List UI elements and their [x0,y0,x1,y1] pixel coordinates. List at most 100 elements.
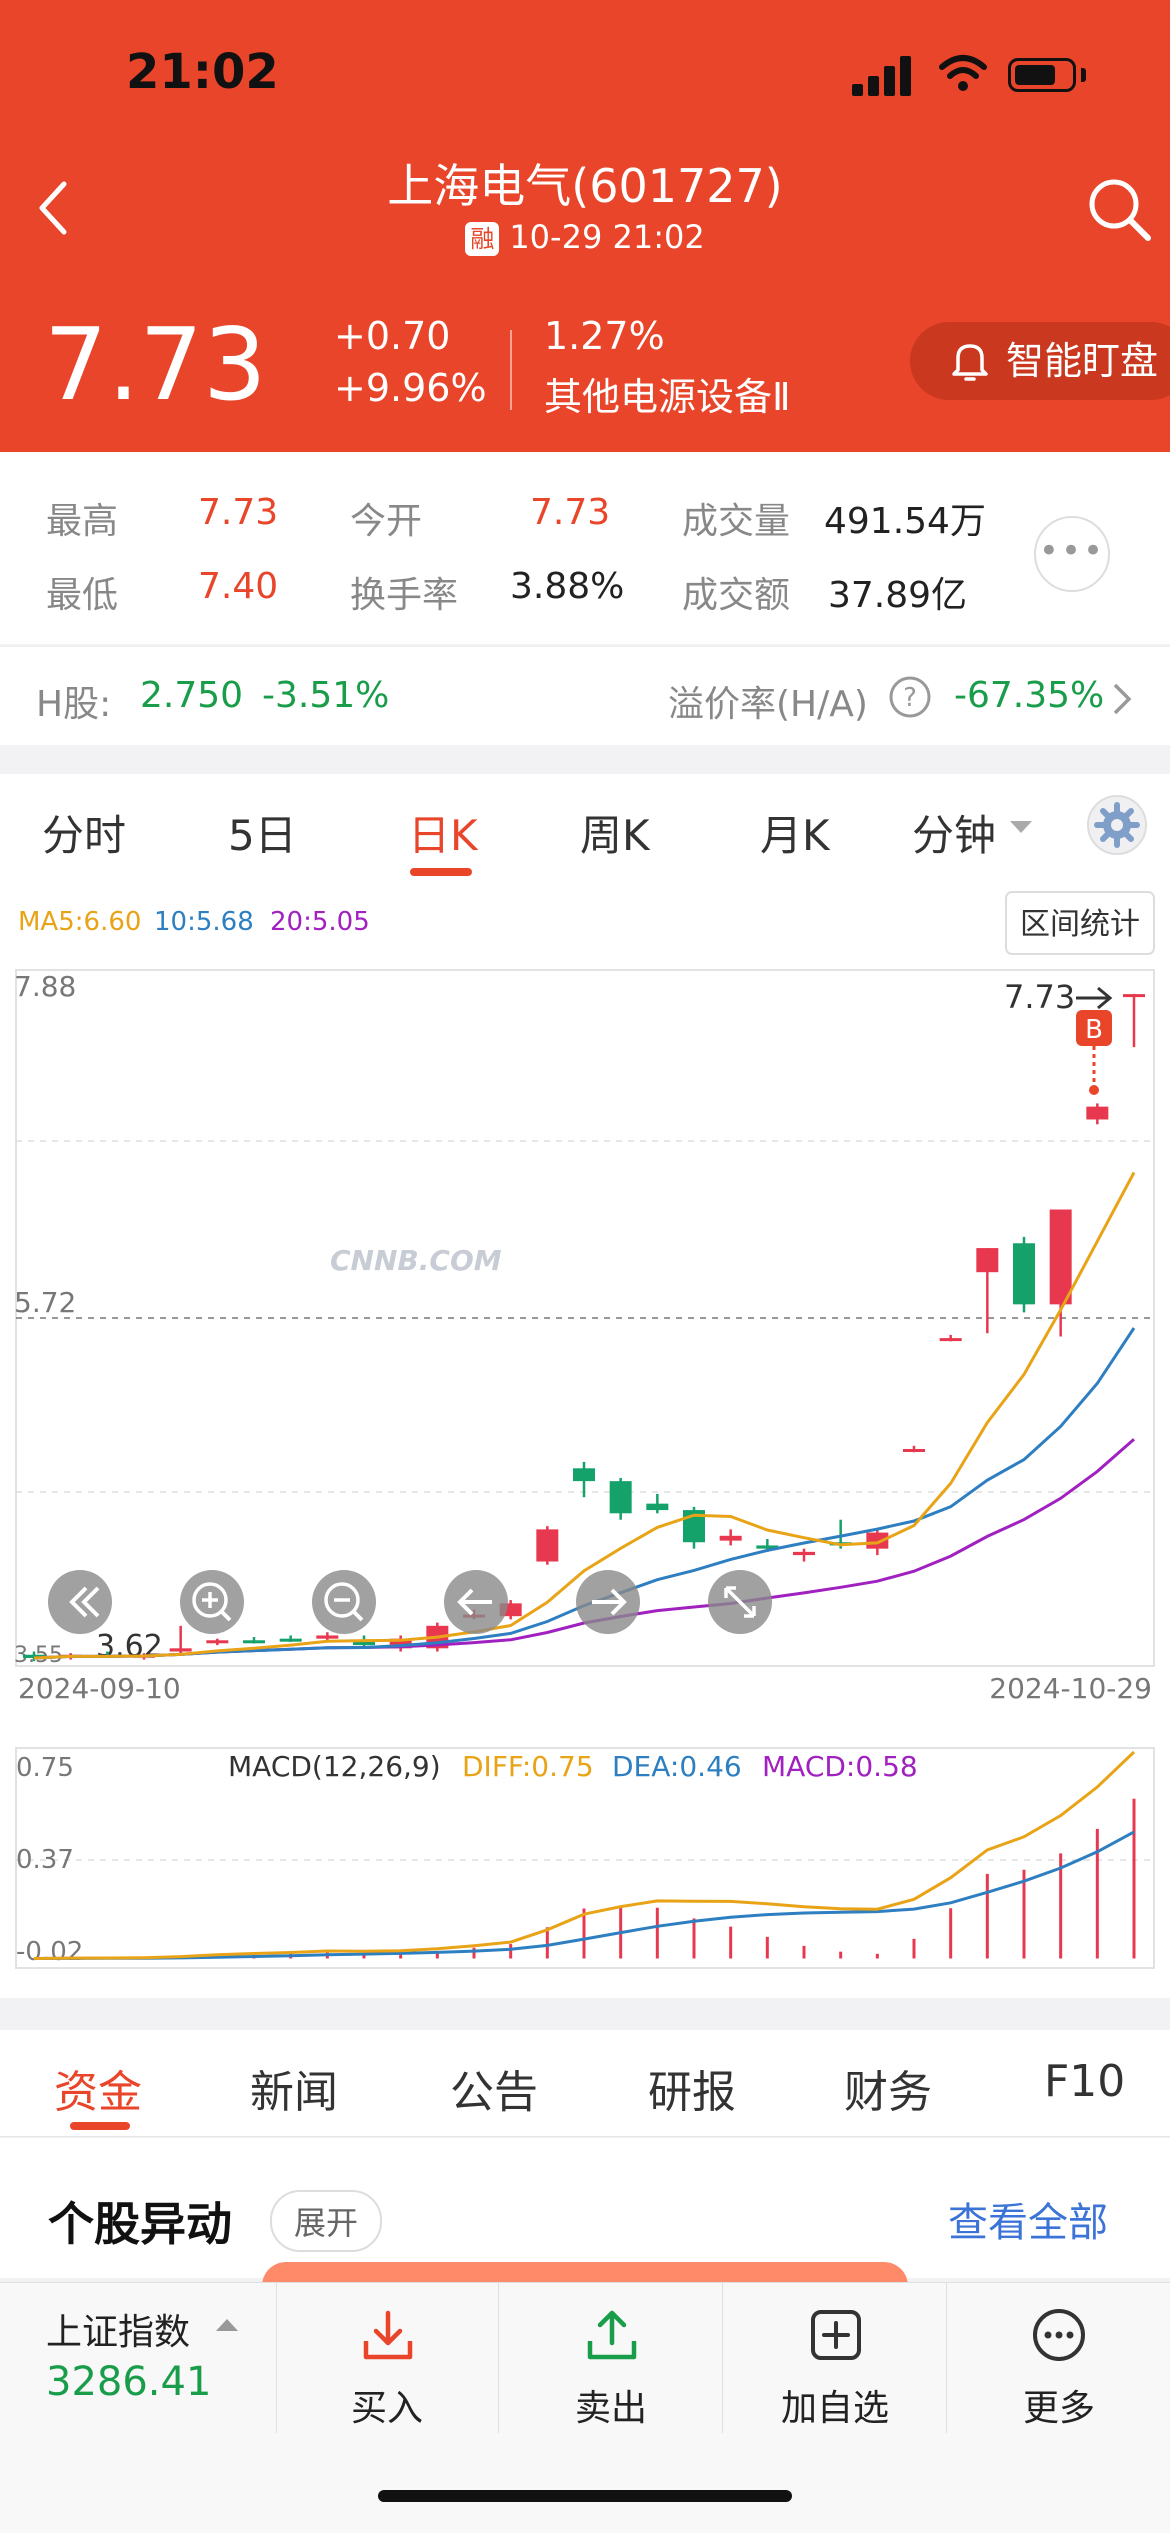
triangle-up-icon [216,2319,238,2331]
index-name: 上证指数 [46,2312,191,2353]
macd-histogram [69,1798,1136,1959]
tab-intraday[interactable]: 分时 [42,802,126,863]
tab-news[interactable]: 新闻 [250,2056,338,2120]
tab-research[interactable]: 研报 [648,2056,736,2120]
tab-weekly-k[interactable]: 周K [580,802,650,863]
buy-button[interactable]: 买入 [276,2283,499,2433]
dea-line [33,1830,1135,1960]
more-button[interactable]: 更多 [948,2283,1170,2433]
index-value: 3286.41 [46,2359,212,2405]
range-stats-label: 区间统计 [1020,907,1140,942]
fullscreen-button[interactable] [708,1570,772,1634]
ma10-legend: 10:5.68 [154,907,254,937]
buy-label: 买入 [350,2388,423,2429]
help-icon[interactable]: ? [888,675,932,719]
quote-datetime: 10-29 21:02 [509,218,705,256]
macd-legend: MACD:0.58 [762,1750,918,1783]
info-tab-bar: 资金 新闻 公告 研报 财务 F10 [0,2030,1170,2137]
dropdown-caret-icon[interactable] [1008,818,1034,836]
tab-daily-k[interactable]: 日K [408,802,478,863]
zoom-in-button[interactable] [180,1570,244,1634]
y-axis-mid-label: 5.72 [14,1286,76,1319]
turnover-value: 3.88% [510,566,625,607]
amount-value: 37.89亿 [828,575,968,616]
sell-label: 卖出 [574,2388,647,2429]
chevron-right-icon [1113,683,1132,715]
high-label: 最高 [46,501,119,542]
tab-minute[interactable]: 分钟 [912,802,996,863]
last-price-label: 7.73 [1004,978,1075,1016]
stock-subtitle: 融 10-29 21:02 [0,218,1170,256]
open-label: 今开 [350,501,423,542]
candle-body [903,1449,925,1453]
tab-funds[interactable]: 资金 [54,2056,142,2120]
macd-title: MACD(12,26,9) [228,1750,441,1783]
buy-marker-label: B [1085,1015,1103,1045]
margin-trading-badge: 融 [465,222,500,256]
macd-y-mid-label: 0.37 [16,1845,74,1875]
more-quote-button[interactable]: ••• [1034,516,1110,592]
candle-body [793,1551,815,1556]
download-icon [363,2310,413,2360]
kline-tab-bar: 分时 5日 日K 周K 月K 分钟 [0,774,1170,879]
buy-marker[interactable]: B [1076,1010,1112,1095]
tab-5day[interactable]: 5日 [228,802,297,863]
tab-announcements[interactable]: 公告 [450,2056,538,2120]
tab-monthly-k[interactable]: 月K [760,802,830,863]
volume-label: 成交量 [682,501,791,542]
volume-value: 491.54万 [824,501,986,542]
quote-panel: 最高 7.73 今开 7.73 成交量 491.54万 最低 7.40 换手率 … [0,452,1170,644]
watermark: CNNB.COM [330,1244,502,1277]
scroll-left-button[interactable] [444,1570,508,1634]
kline-chart[interactable]: MA5:6.60 10:5.68 20:5.05 区间统计 7.88 5.72 … [0,878,1170,1998]
macd-y-top-label: 0.75 [16,1753,74,1783]
range-stats-button[interactable]: 区间统计 [1005,891,1155,955]
stock-title: 上海电气(601727) [387,159,783,213]
candle-body [646,1503,669,1511]
h-share-label: H股: [36,684,112,725]
add-watchlist-button[interactable]: 加自选 [724,2283,947,2433]
plus-square-icon [811,2310,861,2360]
stock-header: 21:02 上海电气(601727) 融 10-29 21:02 7.73 +0.… [0,0,1170,452]
amount-label: 成交额 [682,575,791,616]
candle-body [1086,1106,1109,1120]
open-value: 7.73 [530,492,611,533]
tab-financials[interactable]: 财务 [844,2056,932,2120]
low-label: 最低 [46,575,119,616]
search-icon[interactable] [1086,176,1152,242]
industry-name[interactable]: 其他电源设备Ⅱ [544,366,791,421]
svg-text:?: ? [903,683,917,713]
h-share-row[interactable]: H股: 2.750 -3.51% 溢价率(H/A) ? -67.35% [0,646,1170,745]
zoom-out-button[interactable] [312,1570,376,1634]
more-dots-icon [1033,2309,1085,2361]
smart-watch-button[interactable]: 智能盯盘 [910,322,1170,400]
battery-icon [1008,58,1076,92]
candle-body [169,1648,192,1652]
price-change: +0.70 [334,314,451,358]
premium-value: -67.35% [954,675,1105,716]
settings-icon[interactable] [1086,794,1148,856]
industry-change-pct: 1.27% [544,314,665,358]
candle-body [536,1529,559,1562]
tab-f10[interactable]: F10 [1044,2056,1125,2107]
sell-button[interactable]: 卖出 [500,2283,723,2433]
index-ticker[interactable]: 上证指数 3286.41 [0,2283,277,2433]
candle-body [1123,994,1145,998]
home-indicator [378,2490,792,2502]
more-label: 更多 [1022,2388,1095,2429]
price-change-pct: +9.96% [334,366,487,410]
ma20-legend: 20:5.05 [270,907,370,937]
scroll-far-left-button[interactable] [48,1570,112,1634]
x-axis-end-label: 2024-10-29 [989,1672,1152,1705]
kline-chart-panel[interactable]: MA5:6.60 10:5.68 20:5.05 区间统计 7.88 5.72 … [0,878,1170,1998]
h-share-price: 2.750 [140,675,244,716]
section-title: 个股异动 [48,2197,232,2251]
expand-button[interactable]: 展开 [270,2190,383,2252]
low-price-label: 3.62 [96,1629,163,1664]
info-tab-underline [70,2122,130,2130]
diff-legend: DIFF:0.75 [462,1750,594,1783]
candle-body [1013,1243,1035,1305]
current-price: 7.73 [44,306,267,423]
view-all-link[interactable]: 查看全部 [948,2190,1108,2248]
scroll-right-button[interactable] [576,1570,640,1634]
